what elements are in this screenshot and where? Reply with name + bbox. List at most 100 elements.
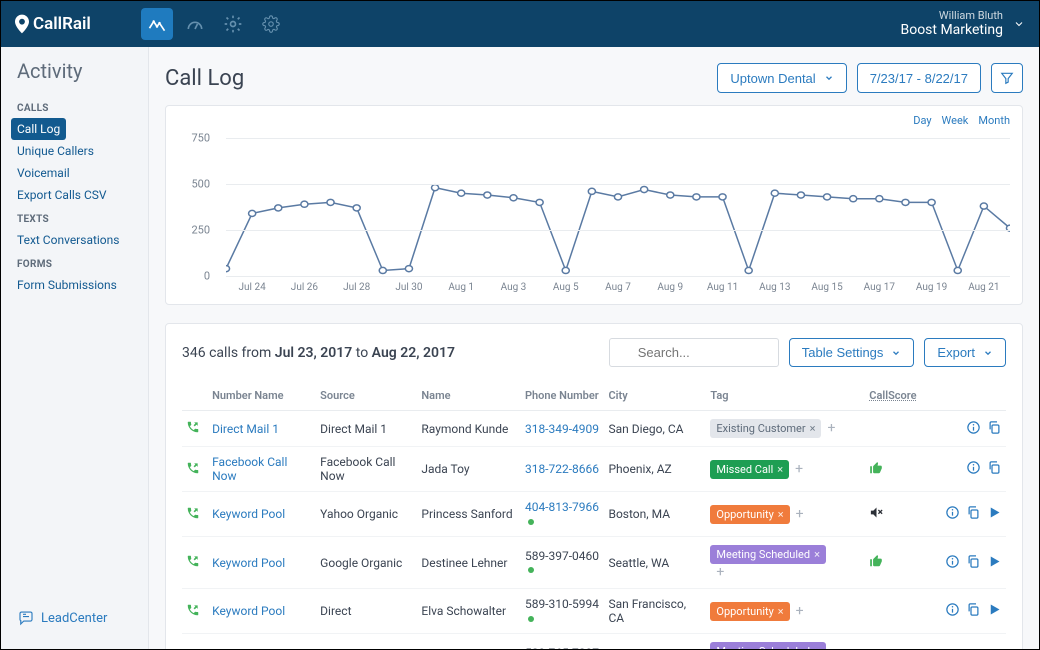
info-icon[interactable] xyxy=(945,602,960,620)
source-cell: Google Organic xyxy=(316,537,417,589)
column-header[interactable]: Phone Number xyxy=(521,381,605,411)
caller-name-cell: Jada Toy xyxy=(417,447,521,492)
tag-pill[interactable]: Meeting Scheduled × xyxy=(710,642,826,649)
tag-pill[interactable]: Missed Call × xyxy=(710,460,789,479)
callscore-cell[interactable] xyxy=(865,537,930,589)
column-header[interactable]: Source xyxy=(316,381,417,411)
city-cell: San Diego, CA xyxy=(604,411,706,447)
tag-pill[interactable]: Opportunity × xyxy=(710,505,789,524)
column-header[interactable]: City xyxy=(604,381,706,411)
user-company: Boost Marketing xyxy=(900,22,1003,39)
number-name-cell[interactable]: Keyword Pool xyxy=(208,634,316,650)
pin-icon xyxy=(15,14,29,34)
sidebar-section-label: FORMS xyxy=(1,251,148,274)
row-actions-cell xyxy=(931,492,1006,537)
user-account-menu[interactable]: William Bluth Boost Marketing xyxy=(900,9,1025,39)
phone-cell: 589-310-5994 xyxy=(521,589,605,634)
tag-remove-icon[interactable]: × xyxy=(778,605,784,618)
tag-pill[interactable]: Meeting Scheduled × xyxy=(710,545,826,564)
filter-button[interactable] xyxy=(991,63,1023,93)
table-row: Keyword PoolDirectElva Schowalter589-310… xyxy=(182,589,1006,634)
brand-logo[interactable]: CallRail xyxy=(15,14,91,34)
call-direction-icon xyxy=(182,411,208,447)
info-icon[interactable] xyxy=(945,554,960,572)
table-settings-label: Table Settings xyxy=(802,345,884,360)
sidebar-title: Activity xyxy=(1,59,148,95)
source-cell: Google Organic xyxy=(316,634,417,650)
column-header[interactable]: Number Name xyxy=(208,381,316,411)
sidebar-item[interactable]: Unique Callers xyxy=(1,140,148,162)
search-input[interactable] xyxy=(609,338,779,367)
brand-text: CallRail xyxy=(33,14,91,34)
table-body: Direct Mail 1Direct Mail 1Raymond Kunde3… xyxy=(182,411,1006,650)
tag-remove-icon[interactable]: × xyxy=(778,508,784,521)
play-icon[interactable] xyxy=(987,505,1002,523)
number-name-cell[interactable]: Facebook Call Now xyxy=(208,447,316,492)
date-range-picker[interactable]: 7/23/17 - 8/22/17 xyxy=(857,63,981,93)
number-name-cell[interactable]: Keyword Pool xyxy=(208,589,316,634)
sidebar-item[interactable]: Text Conversations xyxy=(1,229,148,251)
sidebar-item[interactable]: Export Calls CSV xyxy=(1,184,148,206)
add-tag-button[interactable]: + xyxy=(796,603,804,619)
add-tag-button[interactable]: + xyxy=(827,420,835,436)
nav-activity-icon[interactable] xyxy=(141,8,173,40)
tag-remove-icon[interactable]: × xyxy=(777,463,783,476)
period-tab-month[interactable]: Month xyxy=(978,114,1010,127)
phone-cell[interactable]: 318-722-8666 xyxy=(521,447,605,492)
info-icon[interactable] xyxy=(966,460,981,478)
number-name-cell[interactable]: Direct Mail 1 xyxy=(208,411,316,447)
top-nav xyxy=(141,8,287,40)
callscore-cell[interactable] xyxy=(865,634,930,650)
city-cell: Boston, MA xyxy=(604,492,706,537)
call-direction-icon xyxy=(182,537,208,589)
nav-gear-icon[interactable] xyxy=(255,8,287,40)
phone-cell[interactable]: 404-813-7966 xyxy=(521,492,605,537)
sidebar-item[interactable]: Call Log xyxy=(11,118,66,140)
period-tab-day[interactable]: Day xyxy=(913,114,931,127)
phone-cell[interactable]: 318-349-4909 xyxy=(521,411,605,447)
copy-icon[interactable] xyxy=(966,554,981,572)
info-icon[interactable] xyxy=(966,420,981,438)
add-tag-button[interactable]: + xyxy=(795,461,803,477)
source-cell: Direct xyxy=(316,589,417,634)
nav-gauge-icon[interactable] xyxy=(179,8,211,40)
copy-icon[interactable] xyxy=(987,420,1002,438)
callscore-cell[interactable] xyxy=(865,447,930,492)
table-row: Direct Mail 1Direct Mail 1Raymond Kunde3… xyxy=(182,411,1006,447)
funnel-icon xyxy=(1000,71,1014,85)
column-header[interactable]: Name xyxy=(417,381,521,411)
number-name-cell[interactable]: Keyword Pool xyxy=(208,537,316,589)
sidebar-item[interactable]: Voicemail xyxy=(1,162,148,184)
leadcenter-link[interactable]: LeadCenter xyxy=(1,599,148,637)
callscore-cell[interactable] xyxy=(865,492,930,537)
tag-pill[interactable]: Opportunity × xyxy=(710,602,789,621)
info-icon[interactable] xyxy=(945,505,960,523)
table-row: Keyword PoolGoogle OrganicDestinee Lehne… xyxy=(182,537,1006,589)
row-actions-cell xyxy=(931,447,1006,492)
phone-cell: 589-397-0460 xyxy=(521,537,605,589)
column-header[interactable]: CallScore xyxy=(865,381,930,411)
tag-pill[interactable]: Existing Customer × xyxy=(710,419,821,438)
sidebar-section-label: CALLS xyxy=(1,95,148,118)
period-tab-week[interactable]: Week xyxy=(942,114,969,127)
export-button[interactable]: Export xyxy=(924,338,1006,367)
table-settings-button[interactable]: Table Settings xyxy=(789,338,915,367)
nav-settings-icon[interactable] xyxy=(217,8,249,40)
table-row: Keyword PoolGoogle OrganicKian Prohaska5… xyxy=(182,634,1006,650)
add-tag-button[interactable]: + xyxy=(796,506,804,522)
tag-remove-icon[interactable]: × xyxy=(814,548,820,561)
add-tag-button[interactable]: + xyxy=(716,564,724,580)
column-header[interactable]: Tag xyxy=(706,381,843,411)
tag-remove-icon[interactable]: × xyxy=(814,645,820,649)
number-name-cell[interactable]: Keyword Pool xyxy=(208,492,316,537)
copy-icon[interactable] xyxy=(987,460,1002,478)
account-filter[interactable]: Uptown Dental xyxy=(717,63,846,93)
tag-remove-icon[interactable]: × xyxy=(810,422,816,435)
play-icon[interactable] xyxy=(987,554,1002,572)
sidebar-item[interactable]: Form Submissions xyxy=(1,274,148,296)
play-icon[interactable] xyxy=(987,602,1002,620)
callscore-cell xyxy=(865,589,930,634)
copy-icon[interactable] xyxy=(966,602,981,620)
copy-icon[interactable] xyxy=(966,505,981,523)
user-name: William Bluth xyxy=(900,9,1003,22)
